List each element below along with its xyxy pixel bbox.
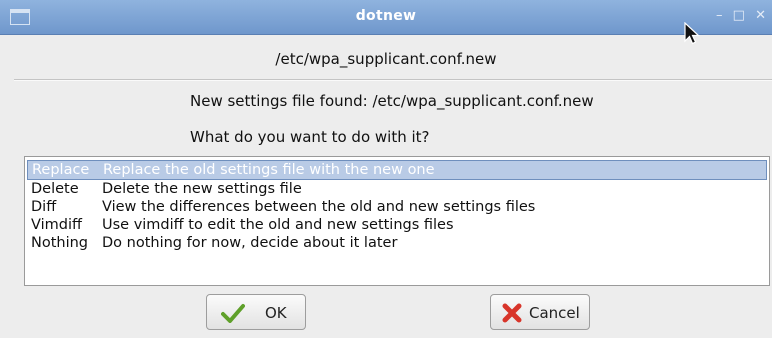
close-button[interactable]: ✕ [755, 8, 766, 23]
window-title: dotnew [355, 8, 417, 24]
question-text: What do you want to do with it? [190, 128, 430, 146]
option-description: Delete the new settings file [102, 181, 302, 197]
list-item[interactable]: Diff View the differences between the ol… [25, 198, 769, 216]
maximize-button[interactable]: □ [733, 8, 745, 23]
window-controls: – □ ✕ [710, 8, 766, 23]
checkmark-icon [221, 304, 245, 323]
mouse-cursor-icon [684, 22, 701, 45]
ok-label: OK [265, 304, 287, 322]
message-text: New settings file found: /etc/wpa_suppli… [190, 92, 594, 110]
options-list[interactable]: Replace Replace the old settings file wi… [24, 156, 770, 286]
list-item[interactable]: Vimdiff Use vimdiff to edit the old and … [25, 216, 769, 234]
minimize-button[interactable]: – [716, 8, 723, 23]
option-description: Replace the old settings file with the n… [103, 162, 435, 178]
cancel-label: Cancel [529, 304, 580, 322]
title-bar[interactable]: dotnew – □ ✕ [0, 0, 772, 35]
list-item[interactable]: Nothing Do nothing for now, decide about… [25, 234, 769, 252]
option-description: View the differences between the old and… [102, 199, 536, 215]
option-key: Nothing [31, 235, 89, 251]
option-key: Delete [31, 181, 79, 197]
option-key: Diff [31, 199, 57, 215]
ok-button[interactable]: OK [206, 294, 306, 330]
cancel-button[interactable]: Cancel [490, 294, 590, 330]
file-path-heading: /etc/wpa_supplicant.conf.new [275, 50, 497, 68]
option-description: Use vimdiff to edit the old and new sett… [102, 217, 454, 233]
red-x-icon [502, 303, 522, 323]
list-item[interactable]: Replace Replace the old settings file wi… [27, 160, 767, 180]
divider [14, 79, 772, 81]
list-item[interactable]: Delete Delete the new settings file [25, 180, 769, 198]
option-key: Vimdiff [31, 217, 82, 233]
option-description: Do nothing for now, decide about it late… [102, 235, 398, 251]
option-key: Replace [32, 162, 90, 178]
